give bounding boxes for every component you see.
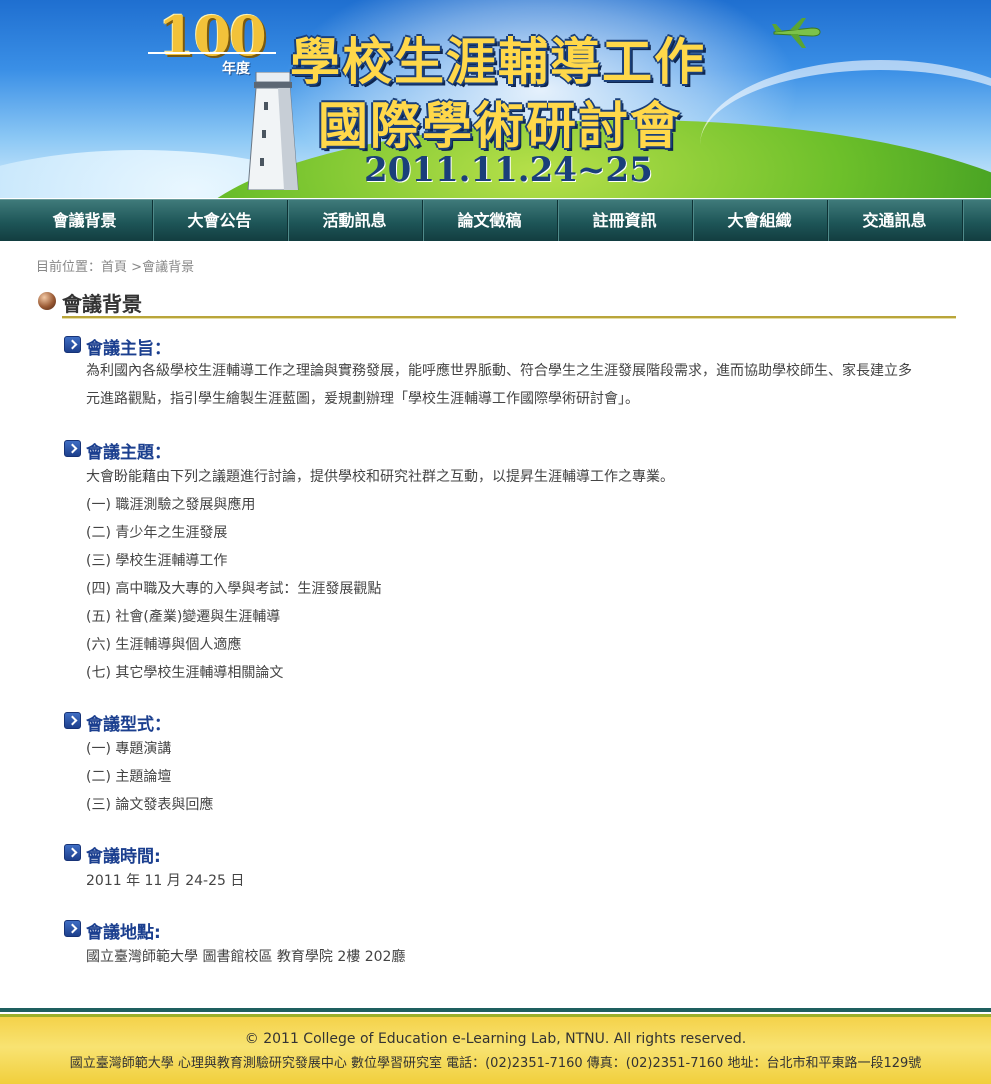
purpose-text: 為利國內各級學校生涯輔導工作之理論與實務發展，能呼應世界脈動、符合學生之生涯發展… bbox=[86, 363, 912, 407]
nav-item-background[interactable]: 會議背景 bbox=[17, 200, 153, 241]
format-item: (二) 主題論壇 bbox=[86, 769, 172, 785]
theme-item: (五) 社會(產業)變遷與生涯輔導 bbox=[86, 609, 281, 625]
themes-intro: 大會盼能藉由下列之議題進行討論，提供學校和研究社群之互動，以提昇生涯輔導工作之專… bbox=[86, 469, 674, 485]
time-text: 2011 年 11 月 24-25 日 bbox=[86, 873, 245, 889]
title-bullet-icon bbox=[38, 292, 56, 310]
nav-item-registration[interactable]: 註冊資訊 bbox=[557, 200, 693, 241]
footer-address: 國立臺灣師範大學 心理與教育測驗研究發展中心 數位學習研究室 電話：(02)23… bbox=[69, 1056, 922, 1071]
theme-item: (七) 其它學校生涯輔導相關論文 bbox=[86, 665, 284, 681]
nav-item-organization[interactable]: 大會組織 bbox=[692, 200, 828, 241]
arrow-right-icon bbox=[64, 920, 81, 937]
page-title: 會議背景 bbox=[62, 292, 142, 316]
banner-dates: 2011.11.24~25 bbox=[364, 150, 653, 190]
header-banner: 100 年度 學校生涯輔導工作 國際學術研討會 2011.11.24~25 bbox=[0, 0, 991, 198]
arrow-right-icon bbox=[64, 440, 81, 457]
breadcrumb-separator: > bbox=[127, 260, 143, 275]
section-title-time: 會議時間: bbox=[86, 847, 161, 867]
section-title-location: 會議地點: bbox=[86, 923, 161, 943]
arrow-right-icon bbox=[64, 712, 81, 729]
theme-item: (六) 生涯輔導與個人適應 bbox=[86, 637, 242, 653]
arrow-right-icon bbox=[64, 844, 81, 861]
nav-item-events[interactable]: 活動訊息 bbox=[287, 200, 423, 241]
breadcrumb-current: 會議背景 bbox=[142, 260, 195, 275]
nav-item-transportation[interactable]: 交通訊息 bbox=[827, 200, 963, 241]
airplane-icon bbox=[772, 18, 821, 48]
arrow-right-icon bbox=[64, 336, 81, 353]
theme-item: (一) 職涯測驗之發展與應用 bbox=[86, 497, 256, 513]
nav-item-call-for-papers[interactable]: 論文徵稿 bbox=[422, 200, 558, 241]
banner-title-line2: 國際學術研討會 bbox=[318, 96, 682, 155]
section-title-purpose: 會議主旨： bbox=[86, 339, 171, 359]
title-divider bbox=[62, 316, 956, 319]
main-nav: 會議背景 大會公告 活動訊息 論文徵稿 註冊資訊 大會組織 交通訊息 bbox=[0, 199, 991, 241]
section-title-themes: 會議主題： bbox=[86, 443, 171, 463]
year-suffix: 年度 bbox=[222, 61, 250, 77]
format-item: (一) 專題演講 bbox=[86, 741, 172, 757]
nav-item-announcements[interactable]: 大會公告 bbox=[152, 200, 288, 241]
theme-item: (三) 學校生涯輔導工作 bbox=[86, 553, 228, 569]
theme-item: (二) 青少年之生涯發展 bbox=[86, 525, 228, 541]
breadcrumb-prefix: 目前位置： bbox=[36, 260, 102, 275]
banner-title-line1: 學校生涯輔導工作 bbox=[290, 32, 706, 91]
theme-item: (四) 高中職及大專的入學與考試：生涯發展觀點 bbox=[86, 581, 382, 597]
format-item: (三) 論文發表與回應 bbox=[86, 797, 214, 813]
breadcrumb: 目前位置：首頁 >會議背景 bbox=[36, 256, 194, 275]
section-title-format: 會議型式： bbox=[86, 715, 171, 735]
breadcrumb-home-link[interactable]: 首頁 bbox=[101, 260, 127, 275]
footer-copyright: © 2011 College of Education e-Learning L… bbox=[244, 1031, 747, 1047]
location-text: 國立臺灣師範大學 圖書館校區 教育學院 2樓 202廳 bbox=[86, 949, 406, 965]
footer: © 2011 College of Education e-Learning L… bbox=[0, 1017, 991, 1084]
